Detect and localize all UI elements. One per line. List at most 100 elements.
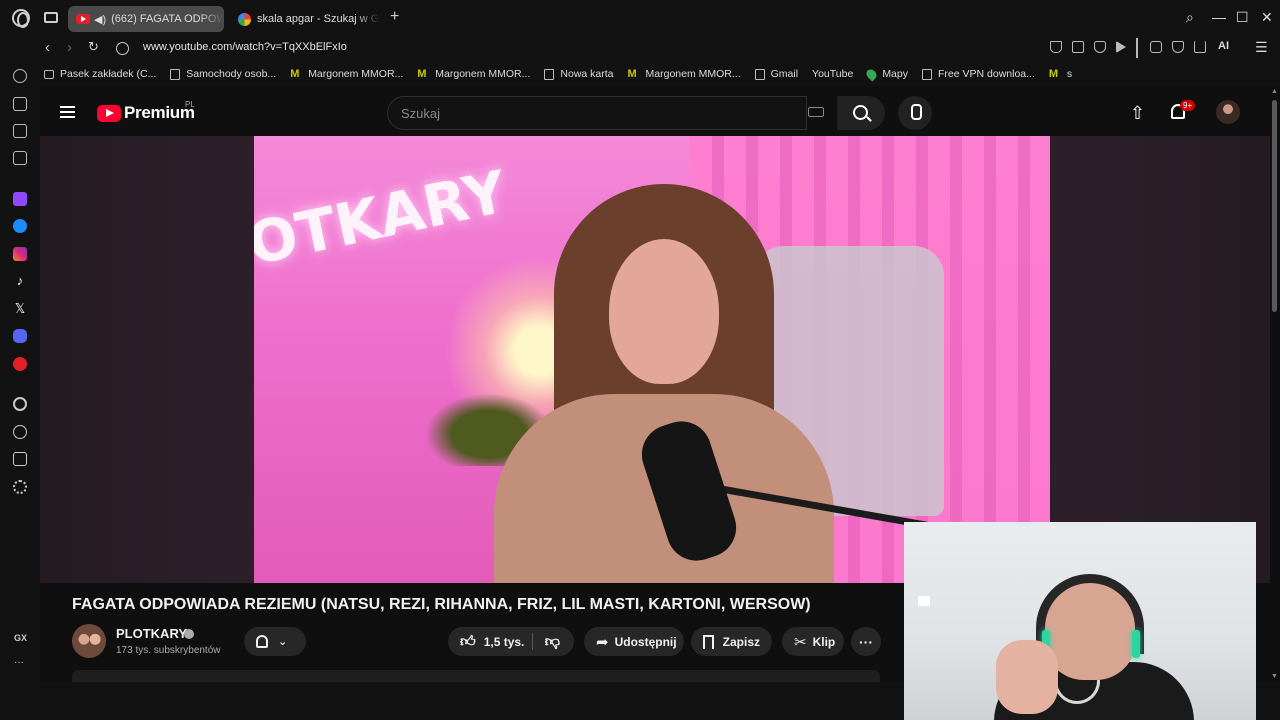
opera-gx-logo-icon[interactable] — [12, 9, 30, 28]
tab-bar: ◀) (662) FAGATA ODPOW skala apgar - Szuk… — [0, 0, 1280, 36]
player-icon[interactable] — [1116, 41, 1126, 53]
like-divider — [532, 633, 533, 650]
speaker-icon[interactable]: ◀) — [94, 13, 106, 26]
download-icon[interactable] — [1194, 41, 1206, 53]
gx-label[interactable]: GX — [14, 633, 27, 643]
page-scrollbar[interactable]: ▲ ▼ — [1270, 86, 1280, 682]
hamburger-menu-icon[interactable] — [60, 106, 75, 118]
forward-arrow-icon[interactable]: › — [67, 39, 72, 56]
extensions-sidebar-icon[interactable] — [13, 452, 27, 466]
page-icon — [922, 68, 932, 80]
adblock-shield-icon[interactable] — [1094, 41, 1106, 53]
url-field[interactable]: www.youtube.com/watch?v=TqXXbElFxIo — [143, 41, 347, 53]
scrollbar-thumb[interactable] — [1272, 100, 1277, 312]
youtube-sidebar-icon[interactable] — [13, 357, 27, 371]
verified-badge-icon — [184, 629, 194, 639]
gx-corner-icon[interactable] — [13, 97, 27, 111]
messenger-icon[interactable] — [13, 219, 27, 233]
thumbs-down-icon[interactable]: 👎︎ — [545, 633, 560, 651]
share-button[interactable]: ➦ Udostępnij — [584, 627, 684, 656]
tab-list-icon[interactable] — [44, 12, 58, 23]
bookmark-item[interactable]: M Margonem MMOR... — [628, 68, 741, 80]
bookmark-item[interactable]: Nowa karta — [544, 68, 614, 80]
upload-icon[interactable]: ⇧ — [1130, 103, 1145, 124]
search-button[interactable] — [837, 96, 885, 130]
margonem-icon: M — [290, 68, 300, 80]
bookmark-item[interactable]: YouTube — [76, 68, 853, 157]
scroll-down-icon[interactable]: ▼ — [1271, 673, 1278, 680]
voice-search-mic-icon[interactable] — [898, 96, 932, 130]
ai-assistant-button[interactable]: AI — [1218, 40, 1229, 52]
bookmark-icon — [703, 634, 714, 649]
keyboard-icon[interactable] — [808, 107, 824, 117]
player-sidebar-icon[interactable] — [13, 397, 27, 411]
twitch-icon[interactable] — [13, 192, 27, 206]
search-input[interactable]: Szukaj — [387, 96, 807, 130]
extensions-icon[interactable] — [1150, 41, 1162, 53]
gx-control-icon[interactable] — [13, 69, 27, 83]
easy-setup-menu-icon[interactable]: ☰ — [1255, 39, 1268, 56]
scissors-icon: ✂ — [794, 633, 807, 651]
close-icon[interactable]: ✕ — [1261, 9, 1273, 26]
tab-google-search[interactable]: skala apgar - Szukaj w Go — [230, 6, 380, 32]
share-arrow-icon: ➦ — [596, 633, 609, 651]
description-box[interactable] — [72, 670, 880, 682]
instagram-icon[interactable] — [13, 247, 27, 261]
channel-avatar[interactable] — [72, 624, 106, 658]
margonem-sidebar-icon[interactable] — [13, 151, 27, 165]
settings-gear-icon[interactable] — [13, 480, 27, 494]
bookmark-item[interactable]: M Margonem MMOR... — [290, 68, 403, 80]
clip-button[interactable]: ✂ Klip — [782, 627, 844, 656]
tab-youtube[interactable]: ◀) (662) FAGATA ODPOW — [68, 6, 224, 32]
subscription-bell-button[interactable]: ⌄ — [244, 627, 306, 656]
tiktok-icon[interactable]: ♪ — [13, 274, 27, 288]
bookmark-item[interactable]: Samochody osob... — [170, 68, 276, 80]
chevron-down-icon: ⌄ — [278, 636, 288, 648]
save-button[interactable]: Zapisz — [691, 627, 772, 656]
site-info-globe-icon[interactable] — [116, 42, 129, 55]
x-twitter-icon[interactable]: 𝕏 — [13, 302, 27, 316]
thumbs-up-icon: 👍︎ — [460, 632, 476, 650]
headphones — [1036, 574, 1144, 654]
bookmark-folder[interactable]: Pasek zakładek (C... — [44, 68, 156, 80]
minimize-icon[interactable]: — — [1212, 9, 1226, 25]
history-clock-icon[interactable] — [13, 425, 27, 439]
bookmarks-bar: Pasek zakładek (C... Samochody osob... M… — [36, 62, 1280, 157]
notifications-badge: 9+ — [1180, 100, 1196, 111]
discord-icon[interactable] — [13, 329, 27, 343]
channel-name[interactable]: PLOTKARY — [116, 626, 187, 641]
folder-icon — [44, 69, 54, 79]
reload-icon[interactable]: ↻ — [88, 39, 99, 55]
youtube-logo-icon[interactable] — [97, 105, 121, 122]
address-bar: ‹ › ↻ www.youtube.com/watch?v=TqXXbElFxI… — [0, 36, 1280, 62]
more-actions-button[interactable]: ··· — [851, 627, 881, 656]
subscriber-count: 173 tys. subskrybentów — [116, 645, 221, 656]
bookmark-item[interactable]: Free VPN downloa... — [922, 68, 1035, 80]
like-button[interactable]: 👍︎ 1,5 tys. 👎︎ — [448, 627, 574, 656]
maximize-icon[interactable]: ☐ — [1236, 9, 1249, 26]
gx-cleaner-icon[interactable] — [13, 124, 27, 138]
back-arrow-icon[interactable]: ‹ — [45, 39, 50, 56]
bookmark-item[interactable]: Mapy — [864, 66, 908, 82]
margonem-icon: M — [1048, 68, 1059, 80]
account-avatar[interactable] — [1216, 100, 1240, 124]
new-tab-plus-icon[interactable]: + — [390, 8, 399, 26]
bookmark-item[interactable]: M Margonem MMOR... — [417, 68, 530, 80]
bookmark-item[interactable]: Gmail — [754, 68, 798, 80]
page-icon — [170, 68, 181, 80]
sidebar-more-icon[interactable]: ··· — [14, 657, 24, 668]
scroll-up-icon[interactable]: ▲ — [1271, 88, 1278, 95]
margonem-icon: M — [627, 68, 637, 80]
bookmark-item[interactable]: Ms — [1049, 68, 1072, 80]
pin-icon[interactable] — [1050, 41, 1062, 53]
browser-window: ◀) (662) FAGATA ODPOW skala apgar - Szuk… — [0, 0, 1280, 720]
page-icon — [754, 68, 765, 80]
browser-sidebar: ♪ 𝕏 GX ··· — [0, 62, 40, 682]
screenshot-icon[interactable] — [1072, 41, 1084, 53]
search-tabs-icon[interactable]: ⌕ — [1186, 9, 1194, 26]
wallet-icon[interactable] — [1172, 41, 1184, 53]
maps-pin-icon — [864, 66, 879, 82]
video-player[interactable]: OTKARY — [254, 136, 1050, 583]
page-icon — [544, 68, 555, 80]
bell-icon — [256, 635, 268, 648]
